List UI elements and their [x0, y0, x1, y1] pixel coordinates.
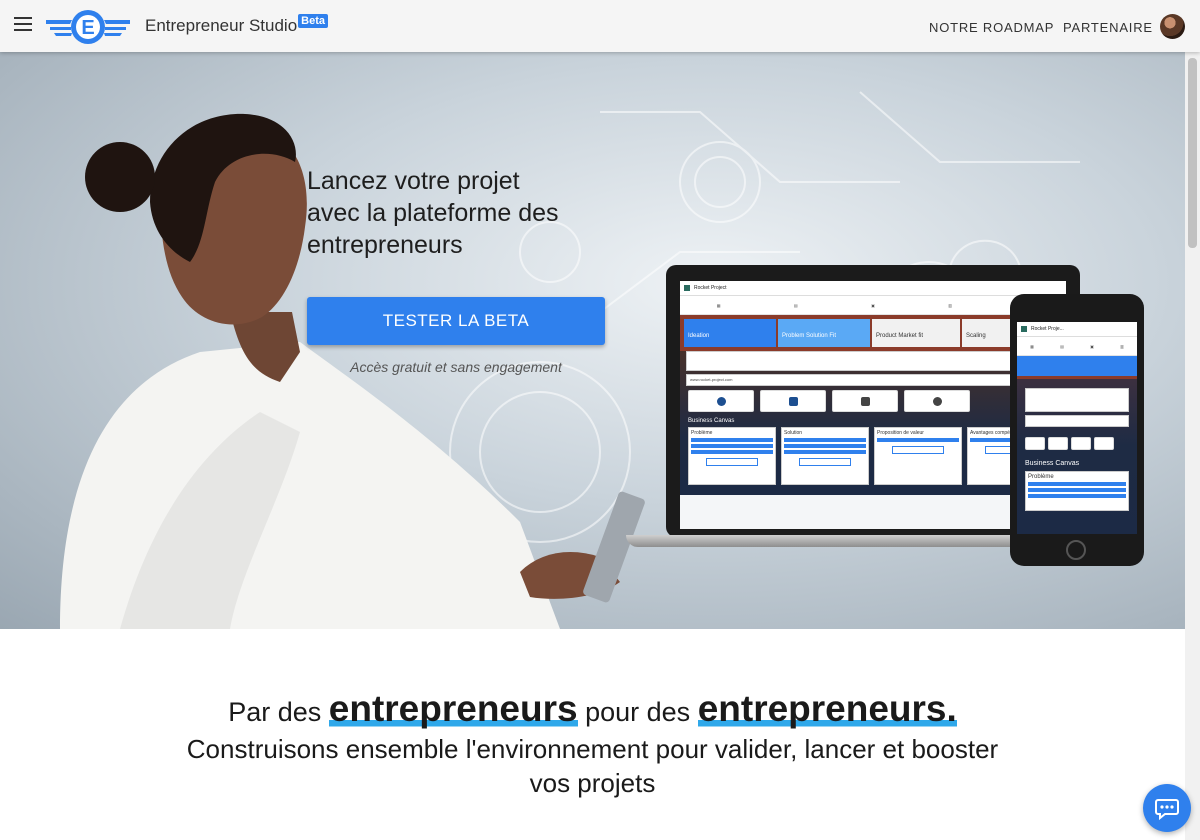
project-icon — [1021, 326, 1027, 332]
screen-tab: ▥ — [948, 302, 953, 308]
hero-headline: Lancez votre projet avec la plateforme d… — [307, 165, 627, 261]
form-site: www.rocket-project.com — [686, 374, 1060, 386]
canvas-title: Business Canvas — [688, 418, 735, 424]
canvas-card-title: Problème — [691, 430, 713, 436]
canvas-card-title: Proposition de valeur — [877, 430, 924, 436]
screen-tab: ▣ — [871, 302, 875, 308]
headline-line: Lancez votre projet — [307, 167, 520, 195]
headline-line: entrepreneurs — [307, 231, 463, 259]
top-app-bar: E Entrepreneur Studio Beta NOTRE ROADMAP … — [0, 0, 1200, 52]
instagram-icon — [832, 390, 898, 412]
facebook-icon — [1025, 437, 1045, 450]
form-elevator-pitch — [686, 351, 1060, 371]
cta-subtext: Accès gratuit et sans engagement — [350, 359, 562, 375]
laptop-screen: Rocket Project ▦▤▣▥▧ Ideation Problem So… — [680, 281, 1066, 529]
chat-icon — [1155, 799, 1179, 821]
nav-roadmap-link[interactable]: NOTRE ROADMAP — [929, 20, 1054, 35]
canvas-card: Problème — [688, 427, 776, 485]
phone-home-button — [1066, 540, 1086, 560]
menu-icon[interactable] — [14, 17, 32, 31]
canvas-card: Solution — [781, 427, 869, 485]
phone-screen: Rocket Proje... ▦ ▤ ▣ ▥ Business Canvas Pro… — [1017, 322, 1137, 534]
instagram-icon — [1071, 437, 1091, 450]
stage-pmf: Product Market fit — [872, 319, 960, 347]
canvas-row: Problème Solution Proposition de valeur … — [688, 427, 1058, 485]
linkedin-icon — [1048, 437, 1068, 450]
project-icon — [684, 285, 690, 291]
logo-icon[interactable]: E — [44, 8, 132, 46]
linkedin-icon — [760, 390, 826, 412]
canvas-card: Proposition de valeur — [874, 427, 962, 485]
hero-section: Lancez votre projet avec la plateforme d… — [0, 52, 1185, 629]
phone-form: Business Canvas Problème — [1017, 379, 1137, 534]
avatar[interactable] — [1160, 14, 1185, 39]
phone-social-row — [1025, 437, 1129, 450]
brand-name: Entrepreneur Studio — [145, 16, 298, 35]
chat-button[interactable] — [1143, 784, 1191, 832]
svg-text:E: E — [81, 17, 94, 39]
stage-ideation: Ideation — [684, 319, 776, 347]
phone-tabs: ▦ ▤ ▣ ▥ — [1017, 337, 1137, 356]
phone-mockup: Rocket Proje... ▦ ▤ ▣ ▥ Business Canvas Pro… — [1010, 294, 1144, 566]
twitter-icon — [1094, 437, 1114, 450]
phone-form-site — [1025, 415, 1129, 427]
test-beta-button[interactable]: TESTER LA BETA — [307, 297, 605, 345]
sub-tagline: Construisons ensemble l'environnement po… — [186, 734, 999, 798]
phone-canvas-title: Business Canvas — [1025, 460, 1080, 467]
social-row — [688, 390, 1058, 412]
screen-topbar: Rocket Project — [680, 281, 1066, 296]
tag-mid: pour des — [585, 697, 691, 727]
brand-title[interactable]: Entrepreneur Studio Beta — [145, 14, 328, 36]
screen-tab: ▤ — [793, 302, 798, 308]
stages-row: Ideation Problem Solution Fit Product Ma… — [680, 315, 1066, 351]
scroll-thumb[interactable] — [1188, 58, 1197, 248]
phone-stage-row — [1017, 356, 1137, 379]
beta-badge: Beta — [298, 14, 328, 28]
phone-card-title: Problème — [1028, 474, 1054, 480]
phone-canvas-card: Problème — [1025, 471, 1129, 511]
headline-line: avec la plateforme des — [307, 199, 559, 227]
tag-prefix: Par des — [228, 697, 322, 727]
facebook-icon — [688, 390, 754, 412]
canvas-card-title: Solution — [784, 430, 803, 436]
tag-emphasis: entrepreneurs. — [697, 688, 957, 730]
twitter-icon — [904, 390, 970, 412]
project-form: www.rocket-project.com Business Canvas P… — [680, 351, 1066, 495]
screen-tabs: ▦▤▣▥▧ — [680, 296, 1066, 315]
phone-topbar: Rocket Proje... — [1017, 322, 1137, 337]
screen-tab: ▦ — [716, 302, 721, 308]
phone-project-title: Rocket Proje... — [1031, 326, 1064, 332]
scrollbar[interactable] — [1185, 52, 1200, 840]
nav-partenaire-link[interactable]: PARTENAIRE — [1063, 20, 1153, 35]
phone-form-pitch — [1025, 388, 1129, 412]
tag-emphasis: entrepreneurs — [328, 688, 578, 730]
tagline: Par des entrepreneurs pour des entrepren… — [0, 688, 1185, 730]
stage-psf: Problem Solution Fit — [778, 319, 870, 347]
screen-project-title: Rocket Project — [694, 285, 727, 291]
